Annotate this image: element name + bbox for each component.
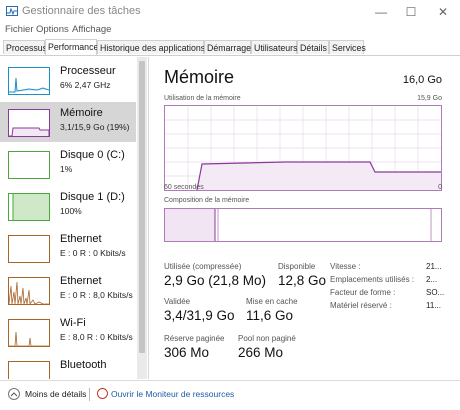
sidebar-item-ethernet-2[interactable]: Ethernet E : 0 R : 8,0 Kbits/s xyxy=(0,270,136,310)
tab-app-history[interactable]: Historique des applications xyxy=(97,40,205,54)
memory-composition-bar xyxy=(164,208,442,242)
paged-pool-value: 306 Mo xyxy=(164,345,210,360)
disk-0-mini-graph xyxy=(8,151,50,179)
speed-label: Vitesse : xyxy=(330,262,361,271)
sidebar-item-label: Wi-Fi xyxy=(60,317,86,329)
open-resource-monitor-link[interactable]: Ouvrir le Moniteur de ressources xyxy=(111,389,234,399)
sidebar-item-label: Ethernet xyxy=(60,275,102,287)
sidebar-item-value: 6% 2,47 GHz xyxy=(60,80,111,90)
tab-performance[interactable]: Performance xyxy=(45,39,98,55)
tab-processes[interactable]: Processus xyxy=(3,40,47,54)
time-axis-end: 0 xyxy=(438,184,442,191)
sidebar-item-ethernet-1[interactable]: Ethernet E : 0 R : 0 Kbits/s xyxy=(0,228,136,268)
in-use-value: 2,9 Go (21,8 Mo) xyxy=(164,273,267,288)
speed-value: 21... xyxy=(426,262,442,271)
sidebar-item-label: Disque 0 (C:) xyxy=(60,149,125,161)
nonpaged-pool-value: 266 Mo xyxy=(238,345,284,360)
sidebar-item-label: Ethernet xyxy=(60,233,102,245)
time-axis-start: 60 secondes xyxy=(164,184,204,191)
fewer-details-link[interactable]: Moins de détails xyxy=(25,389,86,399)
total-memory: 16,0 Go xyxy=(402,74,442,86)
resource-sidebar: Processeur 6% 2,47 GHz Mémoire 3,1/15,9 … xyxy=(0,57,149,379)
page-title: Mémoire xyxy=(164,67,235,87)
sidebar-item-value: 3,1/15,9 Go (19%) xyxy=(60,122,130,132)
ethernet-2-mini-graph xyxy=(8,277,50,306)
hardware-reserved-value: 11... xyxy=(426,301,441,310)
cached-label: Mise en cache xyxy=(246,297,298,306)
sidebar-item-wifi[interactable]: Wi-Fi E : 8,0 R : 0 Kbits/s xyxy=(0,312,136,352)
sidebar-item-disk-0[interactable]: Disque 0 (C:) 1% xyxy=(0,144,136,184)
scrollbar-thumb[interactable] xyxy=(139,61,145,353)
tab-services[interactable]: Services xyxy=(329,40,366,54)
in-use-label: Utilisée (compressée) xyxy=(164,262,242,271)
resource-monitor-icon xyxy=(97,388,108,399)
close-button[interactable]: ✕ xyxy=(430,3,456,21)
sidebar-item-value: E : 8,0 R : 0 Kbits/s xyxy=(60,332,133,342)
memory-mini-graph xyxy=(8,109,50,137)
sidebar-item-disk-1[interactable]: Disque 1 (D:) 100% xyxy=(0,186,136,226)
tab-bar: Processus Performance Historique des app… xyxy=(0,39,460,56)
title-bar: Gestionnaire des tâches — ☐ ✕ xyxy=(0,0,460,24)
sidebar-item-cpu[interactable]: Processeur 6% 2,47 GHz xyxy=(0,60,136,100)
sidebar-item-label: Processeur xyxy=(60,65,116,77)
sidebar-item-value: E : 0 R : 8,0 Kbits/s xyxy=(60,290,133,300)
slots-used-value: 2... xyxy=(426,275,438,284)
tab-details[interactable]: Détails xyxy=(297,40,329,54)
task-manager-icon xyxy=(6,6,18,16)
nonpaged-pool-label: Pool non paginé xyxy=(238,334,296,343)
minimize-button[interactable]: — xyxy=(368,3,394,21)
disk-1-mini-graph xyxy=(8,193,50,221)
menu-file[interactable]: Fichier xyxy=(5,24,34,35)
chevron-up-icon[interactable] xyxy=(8,388,20,400)
memory-usage-graph xyxy=(164,105,442,191)
menu-options[interactable]: Options xyxy=(36,24,69,35)
footer-divider xyxy=(89,388,90,401)
maximize-button[interactable]: ☐ xyxy=(398,3,424,21)
memory-panel: Mémoire 16,0 Go Utilisation de la mémoir… xyxy=(152,57,454,379)
ethernet-1-mini-graph xyxy=(8,235,50,263)
slots-used-label: Emplacements utilisés : xyxy=(330,275,415,284)
tab-users[interactable]: Utilisateurs xyxy=(251,40,298,54)
available-label: Disponible xyxy=(278,262,316,271)
sidebar-item-bluetooth[interactable]: Bluetooth xyxy=(0,354,136,379)
hardware-reserved-label: Matériel réservé : xyxy=(330,301,392,310)
available-value: 12,8 Go xyxy=(278,273,327,288)
paged-pool-label: Réserve paginée xyxy=(164,334,225,343)
form-factor-label: Facteur de forme : xyxy=(330,288,396,297)
graph-label: Utilisation de la mémoire xyxy=(164,95,241,102)
footer-bar: Moins de détails Ouvrir le Moniteur de r… xyxy=(0,380,460,410)
committed-label: Validée xyxy=(164,297,191,306)
menu-view[interactable]: Affichage xyxy=(72,24,111,35)
sidebar-item-label: Mémoire xyxy=(60,107,103,119)
graph-max-label: 15,9 Go xyxy=(417,95,442,102)
sidebar-item-value: 1% xyxy=(60,164,73,174)
cached-value: 11,6 Go xyxy=(246,308,294,323)
tab-startup[interactable]: Démarrage xyxy=(204,40,251,54)
composition-label: Composition de la mémoire xyxy=(164,197,250,204)
cpu-mini-graph xyxy=(8,67,50,95)
sidebar-item-value: E : 0 R : 0 Kbits/s xyxy=(60,248,126,258)
sidebar-scrollbar[interactable] xyxy=(137,57,147,379)
sidebar-item-memory[interactable]: Mémoire 3,1/15,9 Go (19%) xyxy=(0,102,136,142)
committed-value: 3,4/31,9 Go xyxy=(164,308,235,323)
sidebar-item-label: Bluetooth xyxy=(60,359,107,371)
window-title: Gestionnaire des tâches xyxy=(22,5,141,17)
bluetooth-mini-graph xyxy=(8,361,50,379)
sidebar-item-value: 100% xyxy=(60,206,82,216)
form-factor-value: SO... xyxy=(426,288,445,297)
wifi-mini-graph xyxy=(8,319,50,347)
sidebar-item-label: Disque 1 (D:) xyxy=(60,191,125,203)
